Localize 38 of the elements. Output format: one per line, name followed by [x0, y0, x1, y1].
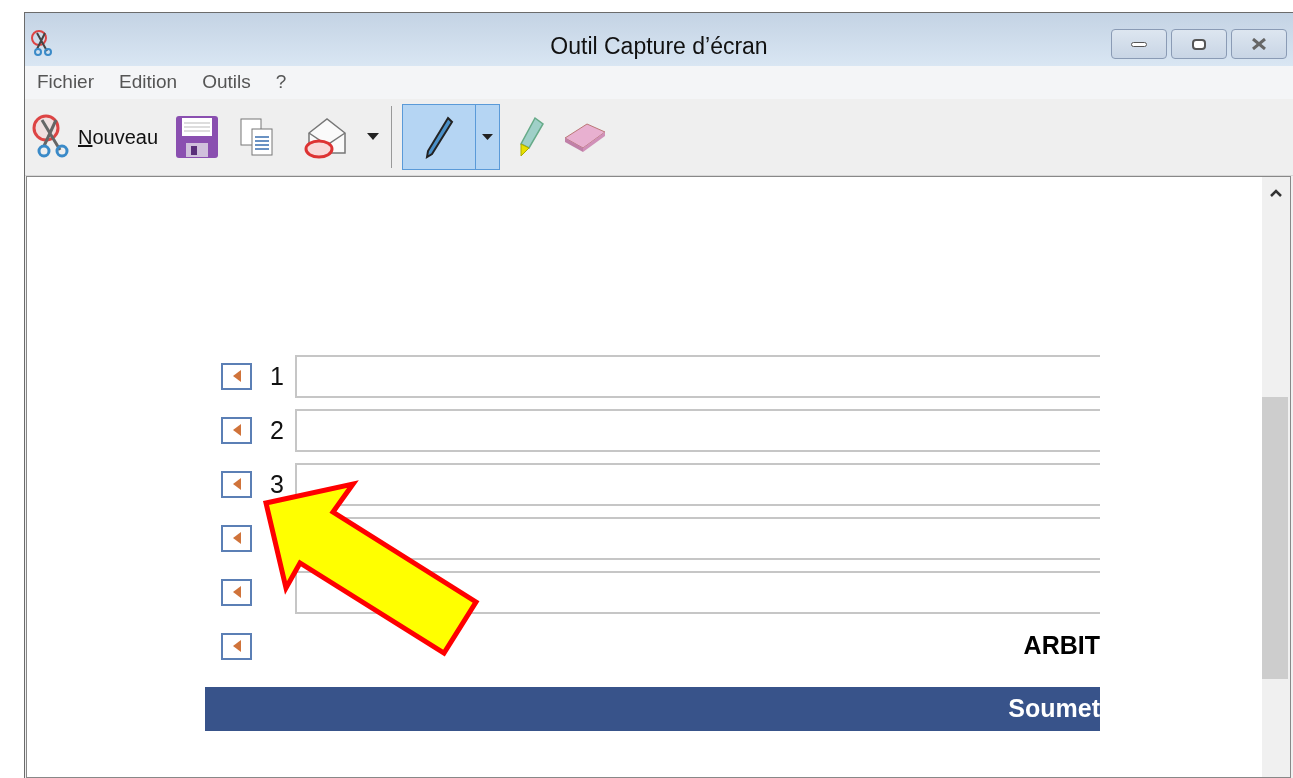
- input-field[interactable]: [295, 354, 1100, 398]
- maximize-button[interactable]: [1171, 29, 1227, 59]
- caret-icon[interactable]: [367, 133, 380, 141]
- caret-icon[interactable]: [482, 133, 494, 141]
- arrow-left-icon: [232, 532, 241, 544]
- collapse-button[interactable]: [221, 524, 252, 552]
- collapse-button[interactable]: [221, 632, 252, 660]
- menu-item[interactable]: Fichier: [37, 68, 94, 97]
- pen-icon: [424, 114, 455, 160]
- row-number: 1: [269, 363, 285, 389]
- minimize-button[interactable]: [1111, 29, 1167, 59]
- arrow-left-icon: [232, 424, 241, 436]
- arrow-left-icon: [232, 370, 241, 382]
- window-title: Outil Capture d’écran: [550, 32, 768, 61]
- copy-icon[interactable]: [239, 117, 276, 157]
- menu-item[interactable]: ?: [275, 68, 287, 97]
- collapse-button[interactable]: [221, 578, 252, 606]
- input-field[interactable]: [295, 408, 1100, 452]
- row-number: 3: [269, 471, 285, 497]
- row-number: 2: [269, 417, 285, 443]
- scroll-up-icon[interactable]: [1270, 189, 1282, 197]
- input-field[interactable]: [295, 462, 1100, 506]
- arrow-left-icon: [232, 640, 241, 652]
- scrollbar[interactable]: [1262, 177, 1290, 777]
- pen-tool-button[interactable]: [402, 104, 501, 170]
- close-button[interactable]: [1231, 29, 1287, 59]
- new-button[interactable]: Nouveau: [29, 112, 160, 162]
- section-heading: ARBIT: [1023, 630, 1100, 662]
- close-icon: [1251, 38, 1267, 50]
- menu-item[interactable]: Outils: [202, 68, 251, 97]
- menu-item[interactable]: Edition: [119, 68, 178, 97]
- scrollbar-thumb[interactable]: [1262, 397, 1288, 679]
- collapse-button[interactable]: [221, 416, 252, 444]
- collapse-button[interactable]: [221, 470, 252, 498]
- arrow-left-icon: [232, 478, 241, 490]
- arrow-left-icon: [232, 586, 241, 598]
- collapse-button[interactable]: [221, 362, 252, 390]
- submit-bar[interactable]: Soumet: [205, 687, 1100, 731]
